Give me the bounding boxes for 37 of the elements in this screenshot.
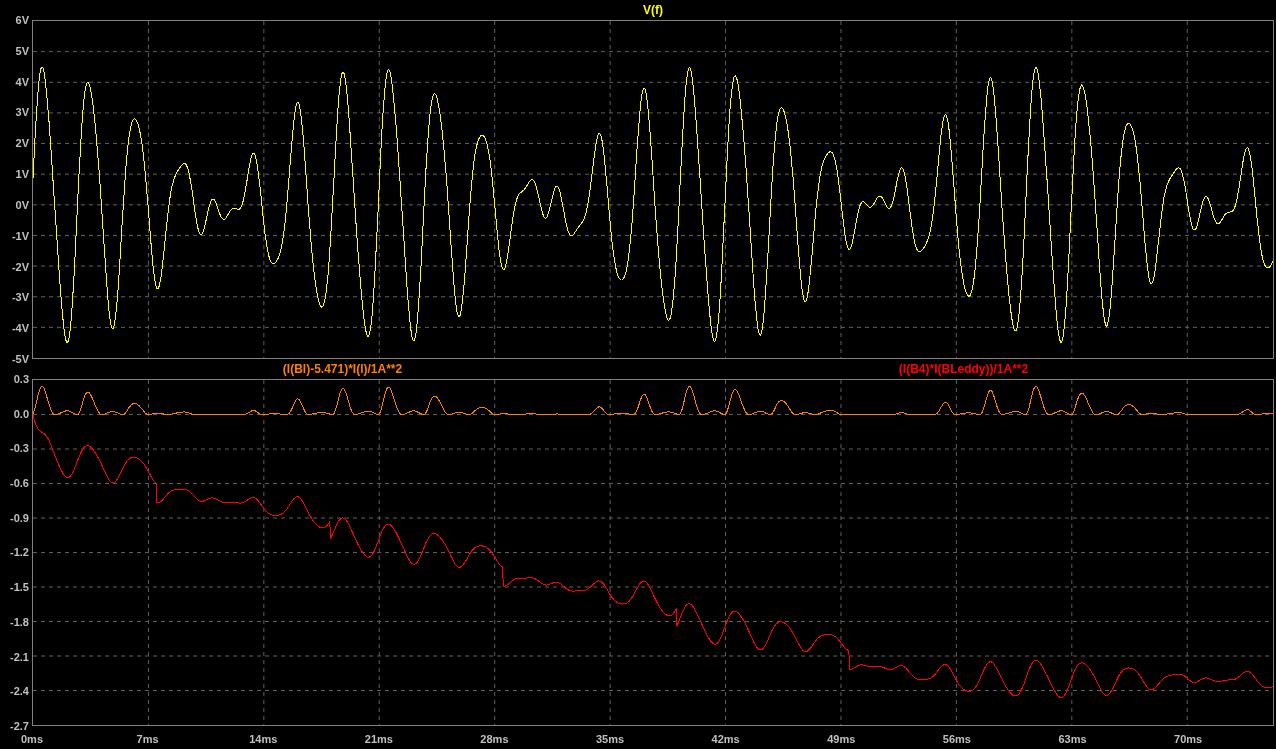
y-axis-label: -2V: [11, 260, 29, 273]
x-axis-label: 7ms: [136, 732, 159, 747]
y-axis-label: 0.0: [13, 407, 29, 420]
x-axis-label: 28ms: [480, 732, 509, 747]
x-axis-label: 49ms: [827, 732, 856, 747]
y-axis-label: -2.7: [10, 719, 29, 732]
y-axis-label: 4V: [15, 75, 29, 88]
y-axis-label: 3V: [15, 106, 29, 119]
y-axis-label: 1V: [15, 168, 29, 181]
x-axis-label: 35ms: [596, 732, 625, 747]
y-axis-label: -3V: [11, 291, 29, 304]
trace-label: V(f): [642, 2, 664, 19]
y-axis-label: -0.9: [10, 511, 29, 524]
y-axis-label: 0.3: [13, 373, 29, 385]
y-axis-label: 5V: [15, 44, 29, 57]
trace-label: (I(Bl)-5.471)*I(l)/1A**2: [281, 361, 404, 378]
y-axis-label: -2.4: [10, 685, 29, 698]
y-axis-label: -1.5: [10, 581, 29, 594]
x-axis-label: 14ms: [249, 732, 278, 747]
y-axis-label: -4V: [11, 322, 29, 335]
x-axis-label: 42ms: [711, 732, 740, 747]
x-axis-label: 56ms: [942, 732, 971, 747]
y-axis-label: 0V: [15, 198, 29, 211]
y-axis-label: -0.6: [10, 477, 29, 490]
y-axis-label: -1.2: [10, 546, 29, 559]
y-axis-label: -2.1: [10, 650, 29, 663]
y-axis-label: 2V: [15, 137, 29, 150]
y-axis-label: -1V: [11, 229, 29, 242]
y-axis-label: 6V: [15, 14, 29, 26]
x-axis-label: 0ms: [21, 732, 43, 747]
y-axis-label: -1.8: [10, 615, 29, 628]
x-axis-label: 70ms: [1174, 732, 1203, 747]
y-axis-label: -0.3: [10, 442, 29, 455]
y-axis-label: -5V: [11, 352, 29, 365]
trace-label: (I(B4)*I(BLeddy))/1A**2: [897, 361, 1030, 378]
x-axis-label: 63ms: [1058, 732, 1087, 747]
x-axis-label: 21ms: [364, 732, 393, 747]
